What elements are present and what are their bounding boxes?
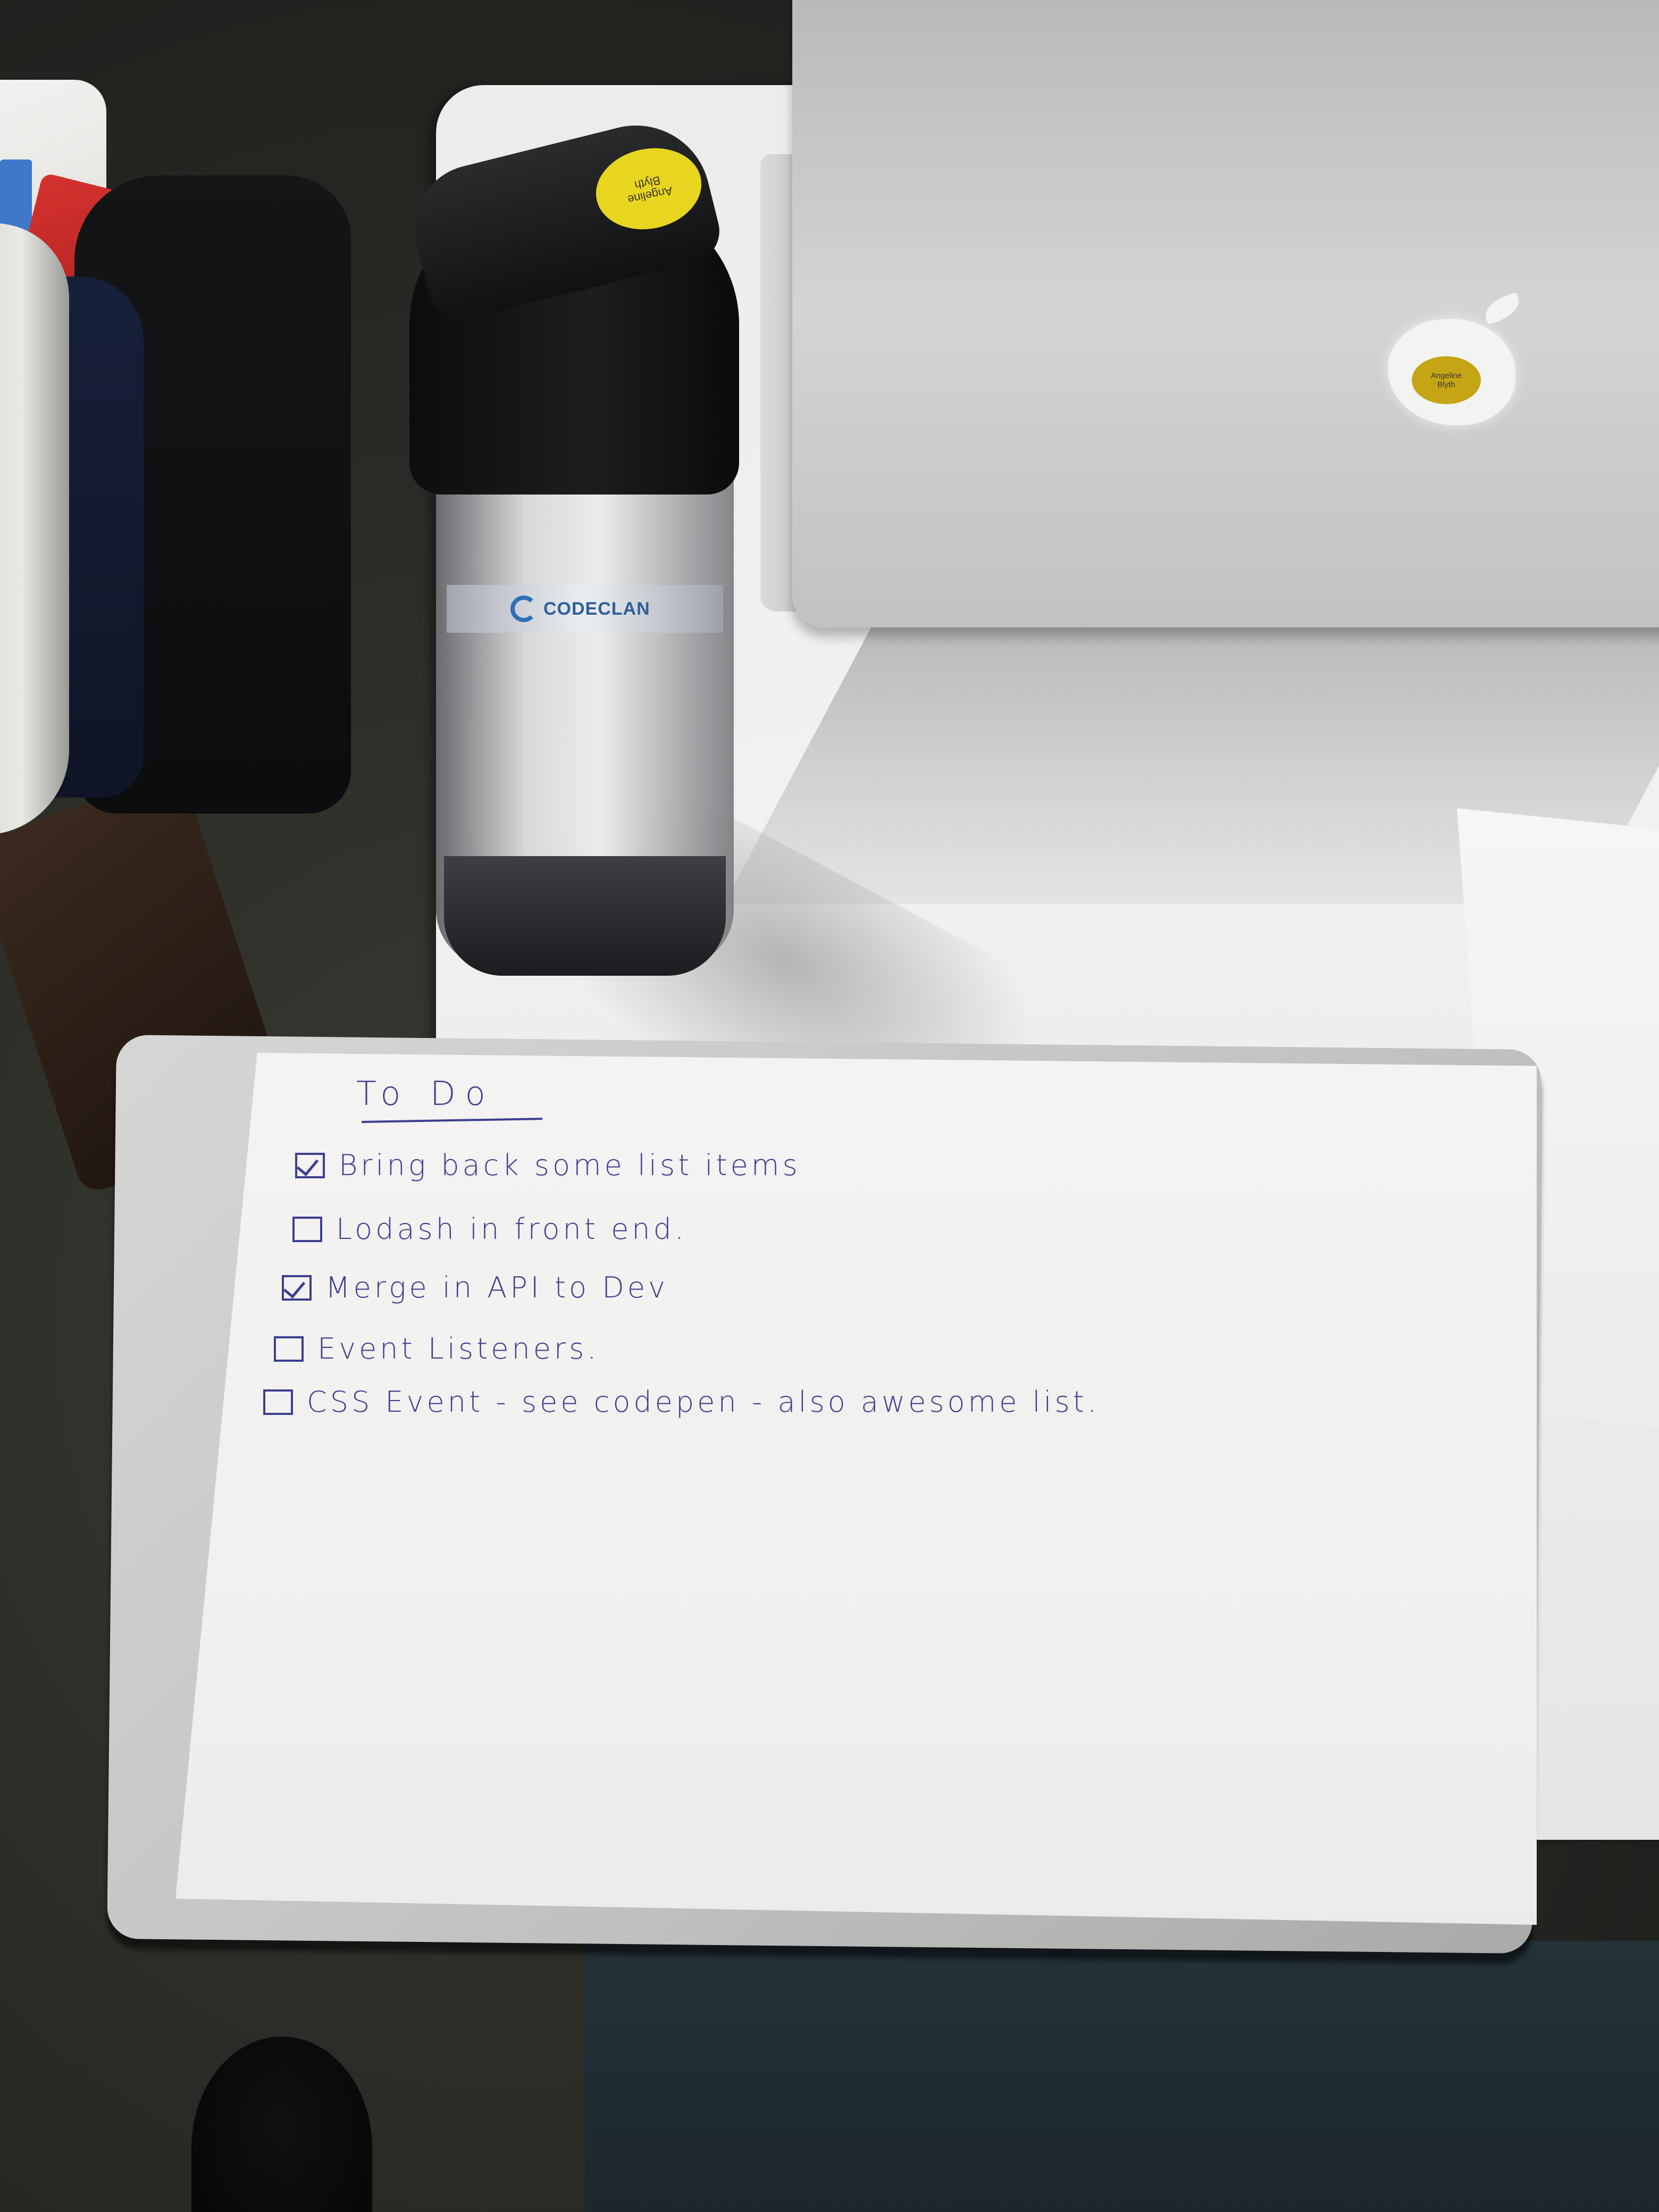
bottle-water [444,856,726,976]
blue-carpet [585,1941,1659,2212]
todo-paper: To Do Bring back some list items Lodash … [175,1053,1537,1925]
bottle-brand-text: CODECLAN [543,598,650,619]
todo-list: To Do Bring back some list items Lodash … [175,1053,1537,1925]
bottle-brand-band: CODECLAN [447,585,723,633]
todo-item: Event Listeners. [274,1332,599,1365]
laptop-name-sticker: Angeline Blyth [1412,356,1481,404]
codeclan-logo-icon [510,596,537,622]
todo-title: To Do [356,1074,495,1113]
empty-checkbox-icon[interactable] [274,1336,304,1362]
white-chair [0,223,69,835]
todo-item: Merge in API to Dev [282,1271,668,1304]
todo-item-text: CSS Event - see codepen - also awesome l… [307,1385,1100,1419]
checked-checkbox-icon[interactable] [282,1275,312,1301]
photo-scene: Angeline Blyth CODECLAN Angeline Blyth T… [0,0,1659,2212]
todo-item-text: Event Listeners. [317,1332,600,1365]
todo-item: Lodash in front end. [292,1212,687,1246]
laptop-sticker-line2: Blyth [1437,380,1455,389]
laptop-sticker-line1: Angeline [1430,371,1462,380]
laptop-lid [792,0,1659,627]
empty-checkbox-icon[interactable] [263,1389,293,1415]
todo-item-text: Lodash in front end. [336,1212,687,1246]
empty-checkbox-icon[interactable] [292,1216,322,1242]
todo-item: CSS Event - see codepen - also awesome l… [263,1385,1100,1419]
todo-item-text: Merge in API to Dev [325,1271,668,1304]
todo-item-text: Bring back some list items [339,1149,801,1182]
title-underline [361,1118,543,1123]
checked-checkbox-icon[interactable] [295,1152,325,1178]
todo-item: Bring back some list items [295,1149,801,1182]
